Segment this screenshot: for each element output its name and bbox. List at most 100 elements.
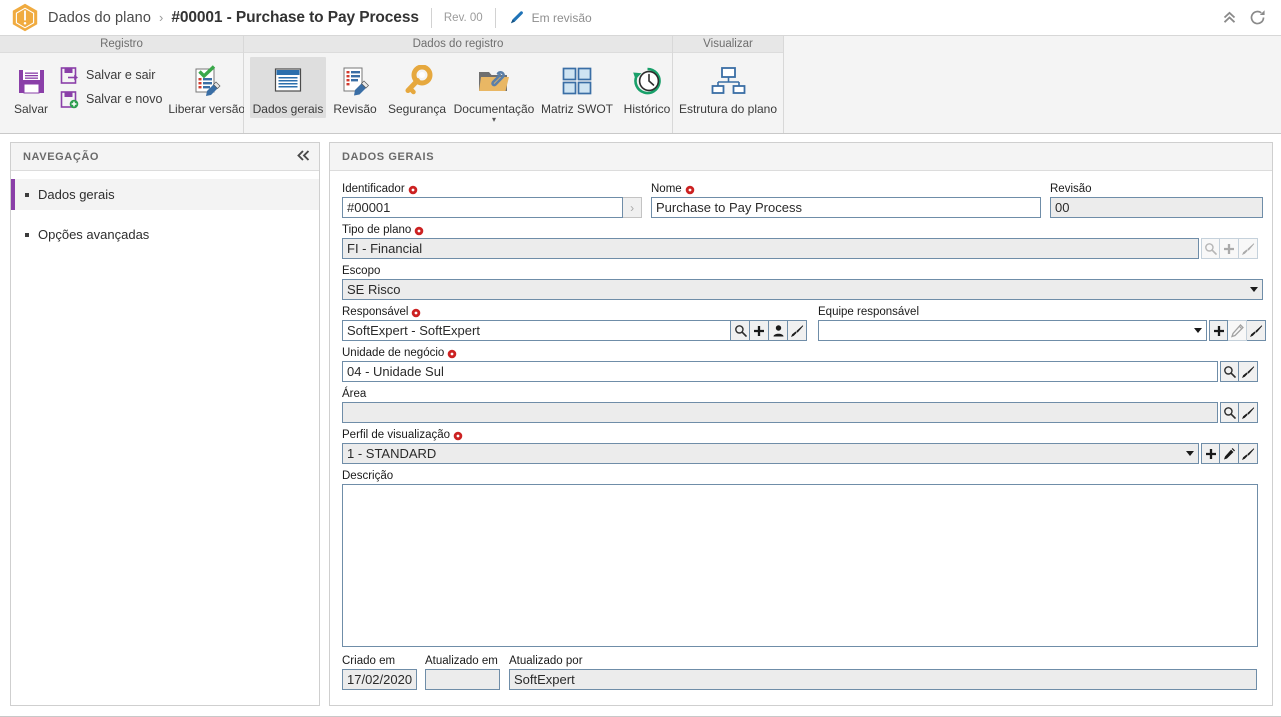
plus-icon[interactable] (1201, 443, 1220, 464)
label-text: Área (342, 388, 367, 400)
search-icon (1201, 238, 1220, 259)
field-label: Atualizado por (509, 655, 1257, 668)
responsavel-input[interactable] (342, 320, 731, 341)
navigation-list: Dados gerais Opções avançadas (11, 171, 319, 250)
pencil-icon[interactable] (1220, 443, 1239, 464)
form-row-descricao: Descrição (342, 470, 1258, 647)
brush-icon[interactable] (1239, 443, 1258, 464)
breadcrumb-separator: › (158, 10, 164, 25)
tab-seguranca[interactable]: Segurança (384, 57, 450, 118)
label-text: Tipo de plano (342, 224, 412, 236)
field-label: Tipo de plano (342, 224, 1258, 237)
required-marker-icon (447, 349, 457, 359)
label-text: Criado em (342, 655, 396, 667)
search-icon[interactable] (731, 320, 750, 341)
atualizado-em-input (425, 669, 500, 690)
equipe-responsavel-select[interactable] (818, 320, 1207, 341)
plus-icon[interactable] (1209, 320, 1228, 341)
tab-seguranca-label: Segurança (387, 102, 447, 116)
label-text: Perfil de visualização (342, 429, 451, 441)
atualizado-por-input (509, 669, 1257, 690)
pencil-icon (1228, 320, 1247, 341)
form-row-1: Identificador › (342, 183, 1263, 218)
brush-icon[interactable] (788, 320, 807, 341)
tab-documentacao[interactable]: Documentação ▾ (450, 57, 538, 125)
tipo-de-plano-input (342, 238, 1199, 259)
ribbon-group-title: Registro (0, 36, 243, 53)
label-text: Atualizado em (425, 655, 498, 667)
required-marker-icon (685, 185, 695, 195)
field-atualizado-em: Atualizado em (425, 655, 500, 690)
key-icon (401, 61, 434, 101)
tab-historico[interactable]: Histórico (616, 57, 678, 118)
status-badge: Em revisão (508, 9, 592, 26)
perfil-de-visualizacao-select[interactable]: 1 - STANDARD (342, 443, 1199, 464)
warning-hexagon-icon (12, 3, 38, 32)
field-equipe-responsavel: Equipe responsável (818, 306, 1266, 341)
brush-icon[interactable] (1239, 402, 1258, 423)
search-icon[interactable] (1220, 402, 1239, 423)
field-revisao: Revisão (1050, 183, 1263, 218)
sidebar-item-opcoes-avancadas[interactable]: Opções avançadas (11, 219, 319, 250)
required-marker-icon (411, 308, 421, 318)
form-header: DADOS GERAIS (330, 143, 1272, 171)
refresh-icon[interactable] (1243, 4, 1271, 32)
release-version-label: Liberar versão (168, 102, 246, 116)
save-and-new-button[interactable]: Salvar e novo (56, 87, 168, 111)
navigation-title: NAVEGAÇÃO (23, 150, 100, 163)
field-area: Área (342, 388, 1258, 423)
breadcrumb-root[interactable]: Dados do plano (48, 10, 151, 26)
escopo-selected-value: SE Risco (347, 282, 401, 297)
chevron-double-up-icon[interactable] (1215, 4, 1243, 32)
chevron-right-icon[interactable]: › (623, 197, 642, 218)
brush-icon[interactable] (1247, 320, 1266, 341)
field-label: Área (342, 388, 1258, 401)
field-identificador: Identificador › (342, 183, 642, 218)
release-version-button[interactable]: Liberar versão (168, 57, 245, 118)
criado-em-input (342, 669, 417, 690)
plus-icon[interactable] (750, 320, 769, 341)
tab-matriz-swot-label: Matriz SWOT (541, 102, 613, 116)
field-tipo-de-plano: Tipo de plano (342, 224, 1258, 259)
user-icon[interactable] (769, 320, 788, 341)
field-label: Nome (651, 183, 1041, 196)
brush-icon[interactable] (1239, 361, 1258, 382)
tab-documentacao-label: Documentação (453, 102, 535, 116)
chevron-down-icon[interactable]: ▾ (492, 116, 496, 124)
descricao-textarea[interactable] (342, 484, 1258, 647)
revisao-input (1050, 197, 1263, 218)
area-input (342, 402, 1218, 423)
label-text: Responsável (342, 306, 409, 318)
search-icon[interactable] (1220, 361, 1239, 382)
label-text: Nome (651, 183, 682, 195)
save-and-exit-button[interactable]: Salvar e sair (56, 63, 168, 87)
required-marker-icon (453, 431, 463, 441)
save-and-new-label: Salvar e novo (86, 92, 163, 106)
sidebar-item-dados-gerais[interactable]: Dados gerais (11, 179, 319, 210)
nome-input[interactable] (651, 197, 1041, 218)
field-label: Equipe responsável (818, 306, 1266, 319)
revision-label: Rev. 00 (443, 11, 483, 24)
tab-matriz-swot[interactable]: Matriz SWOT (538, 57, 616, 118)
view-estrutura-do-plano-label: Estrutura do plano (678, 102, 778, 116)
field-label: Unidade de negócio (342, 347, 1258, 360)
save-and-exit-label: Salvar e sair (86, 68, 156, 82)
unidade-de-negocio-input[interactable] (342, 361, 1218, 382)
view-estrutura-do-plano-button[interactable]: Estrutura do plano (678, 57, 778, 118)
folder-attachment-icon (476, 61, 512, 101)
chevron-double-left-icon[interactable] (296, 149, 311, 165)
label-text: Identificador (342, 183, 405, 195)
identificador-input[interactable] (342, 197, 624, 218)
tab-dados-gerais[interactable]: Dados gerais (250, 57, 326, 118)
tab-revisao[interactable]: Revisão (326, 57, 384, 118)
form-body: Identificador › (330, 171, 1272, 696)
chevron-down-icon (1250, 287, 1258, 292)
escopo-select[interactable]: SE Risco (342, 279, 1263, 300)
save-button[interactable]: Salvar (6, 57, 56, 118)
field-escopo: Escopo SE Risco (342, 265, 1263, 300)
navigation-panel: NAVEGAÇÃO Dados gerais Opções avançadas (10, 142, 320, 706)
form-row-tipo-de-plano: Tipo de plano (342, 224, 1258, 259)
divider (494, 7, 496, 28)
required-marker-icon (414, 226, 424, 236)
field-responsavel: Responsável (342, 306, 807, 341)
